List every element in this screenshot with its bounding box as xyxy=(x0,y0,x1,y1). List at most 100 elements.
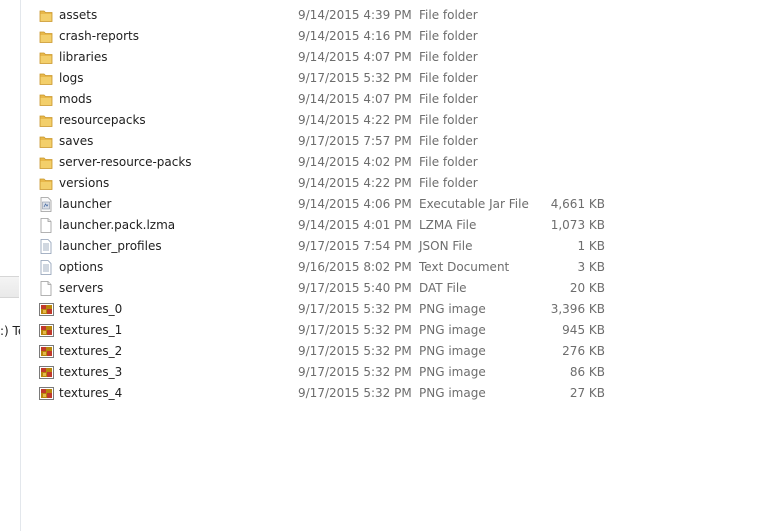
file-name: server-resource-packs xyxy=(59,155,192,169)
folder-icon xyxy=(39,71,53,86)
file-date-modified: 9/14/2015 4:16 PM xyxy=(298,29,412,43)
file-date-modified: 9/17/2015 5:32 PM xyxy=(298,365,412,379)
file-row[interactable]: versions 9/14/2015 4:22 PM File folder xyxy=(22,173,784,194)
file-date-modified: 9/14/2015 4:07 PM xyxy=(298,92,412,106)
file-date-modified: 9/17/2015 5:32 PM xyxy=(298,386,412,400)
file-date-modified: 9/14/2015 4:39 PM xyxy=(298,8,412,22)
file-name: assets xyxy=(59,8,98,22)
file-row[interactable]: libraries 9/14/2015 4:07 PM File folder xyxy=(22,47,784,68)
text-file-icon xyxy=(39,239,53,254)
file-type: PNG image xyxy=(419,344,486,358)
explorer-window: :) Te assets 9/14/2015 4:39 PM File fold… xyxy=(0,0,784,531)
folder-icon xyxy=(39,29,53,44)
file-name: libraries xyxy=(59,50,108,64)
file-row[interactable]: textures_4 9/17/2015 5:32 PM PNG image 2… xyxy=(22,383,784,404)
file-name: textures_1 xyxy=(59,323,123,337)
file-date-modified: 9/17/2015 5:32 PM xyxy=(298,323,412,337)
file-row[interactable]: logs 9/17/2015 5:32 PM File folder xyxy=(22,68,784,89)
file-date-modified: 9/14/2015 4:02 PM xyxy=(298,155,412,169)
file-type: DAT File xyxy=(419,281,467,295)
file-row[interactable]: launcher_profiles 9/17/2015 7:54 PM JSON… xyxy=(22,236,784,257)
file-name: saves xyxy=(59,134,94,148)
file-size: 945 KB xyxy=(562,323,605,337)
image-file-icon xyxy=(39,302,54,317)
file-date-modified: 9/14/2015 4:06 PM xyxy=(298,197,412,211)
file-type: Text Document xyxy=(419,260,510,274)
file-name: launcher xyxy=(59,197,112,211)
file-date-modified: 9/17/2015 5:32 PM xyxy=(298,344,412,358)
image-file-icon xyxy=(39,365,54,380)
file-size: 276 KB xyxy=(562,344,605,358)
file-name: crash-reports xyxy=(59,29,139,43)
file-name: textures_3 xyxy=(59,365,123,379)
folder-icon xyxy=(39,176,53,191)
file-type: PNG image xyxy=(419,365,486,379)
file-date-modified: 9/17/2015 5:32 PM xyxy=(298,302,412,316)
blank-file-icon xyxy=(39,218,53,233)
file-row[interactable]: options 9/16/2015 8:02 PM Text Document … xyxy=(22,257,784,278)
file-name: servers xyxy=(59,281,104,295)
file-date-modified: 9/17/2015 5:32 PM xyxy=(298,71,412,85)
file-size: 20 KB xyxy=(569,281,605,295)
file-date-modified: 9/14/2015 4:01 PM xyxy=(298,218,412,232)
folder-icon xyxy=(39,155,53,170)
file-type: File folder xyxy=(419,92,478,106)
file-date-modified: 9/17/2015 7:57 PM xyxy=(298,134,412,148)
file-size: 3 KB xyxy=(577,260,605,274)
file-list: assets 9/14/2015 4:39 PM File folder cra… xyxy=(22,5,784,404)
folder-icon xyxy=(39,8,53,23)
file-row[interactable]: textures_0 9/17/2015 5:32 PM PNG image 3… xyxy=(22,299,784,320)
file-row[interactable]: crash-reports 9/14/2015 4:16 PM File fol… xyxy=(22,26,784,47)
file-size: 1 KB xyxy=(577,239,605,253)
file-type: File folder xyxy=(419,29,478,43)
file-row[interactable]: mods 9/14/2015 4:07 PM File folder xyxy=(22,89,784,110)
blank-file-icon xyxy=(39,281,53,296)
file-type: File folder xyxy=(419,134,478,148)
file-type: File folder xyxy=(419,155,478,169)
file-name: textures_4 xyxy=(59,386,123,400)
file-date-modified: 9/17/2015 7:54 PM xyxy=(298,239,412,253)
file-size: 1,073 KB xyxy=(550,218,605,232)
file-date-modified: 9/14/2015 4:22 PM xyxy=(298,176,412,190)
file-date-modified: 9/17/2015 5:40 PM xyxy=(298,281,412,295)
file-name: mods xyxy=(59,92,92,106)
file-size: 3,396 KB xyxy=(550,302,605,316)
navigation-pane-item-label[interactable]: :) Te xyxy=(0,323,20,339)
navigation-pane[interactable]: :) Te xyxy=(0,0,21,531)
file-row[interactable]: servers 9/17/2015 5:40 PM DAT File 20 KB xyxy=(22,278,784,299)
file-name: resourcepacks xyxy=(59,113,146,127)
file-name: versions xyxy=(59,176,110,190)
file-type: File folder xyxy=(419,176,478,190)
folder-icon xyxy=(39,50,53,65)
file-size: 27 KB xyxy=(569,386,605,400)
image-file-icon xyxy=(39,344,54,359)
file-row[interactable]: launcher 9/14/2015 4:06 PM Executable Ja… xyxy=(22,194,784,215)
folder-icon xyxy=(39,92,53,107)
file-type: PNG image xyxy=(419,323,486,337)
file-type: Executable Jar File xyxy=(419,197,529,211)
file-row[interactable]: resourcepacks 9/14/2015 4:22 PM File fol… xyxy=(22,110,784,131)
image-file-icon xyxy=(39,386,54,401)
file-name: logs xyxy=(59,71,84,85)
file-type: PNG image xyxy=(419,302,486,316)
file-row[interactable]: server-resource-packs 9/14/2015 4:02 PM … xyxy=(22,152,784,173)
file-type: JSON File xyxy=(419,239,473,253)
file-name: launcher_profiles xyxy=(59,239,162,253)
file-name: textures_2 xyxy=(59,344,123,358)
file-row[interactable]: saves 9/17/2015 7:57 PM File folder xyxy=(22,131,784,152)
folder-icon xyxy=(39,134,53,149)
file-type: LZMA File xyxy=(419,218,477,232)
file-row[interactable]: assets 9/14/2015 4:39 PM File folder xyxy=(22,5,784,26)
navigation-pane-selected-item[interactable] xyxy=(0,276,19,298)
file-date-modified: 9/14/2015 4:22 PM xyxy=(298,113,412,127)
file-row[interactable]: launcher.pack.lzma 9/14/2015 4:01 PM LZM… xyxy=(22,215,784,236)
file-row[interactable]: textures_2 9/17/2015 5:32 PM PNG image 2… xyxy=(22,341,784,362)
text-file-icon xyxy=(39,260,53,275)
file-name: launcher.pack.lzma xyxy=(59,218,176,232)
file-size: 4,661 KB xyxy=(550,197,605,211)
file-row[interactable]: textures_1 9/17/2015 5:32 PM PNG image 9… xyxy=(22,320,784,341)
file-name: textures_0 xyxy=(59,302,123,316)
folder-icon xyxy=(39,113,53,128)
image-file-icon xyxy=(39,323,54,338)
file-row[interactable]: textures_3 9/17/2015 5:32 PM PNG image 8… xyxy=(22,362,784,383)
